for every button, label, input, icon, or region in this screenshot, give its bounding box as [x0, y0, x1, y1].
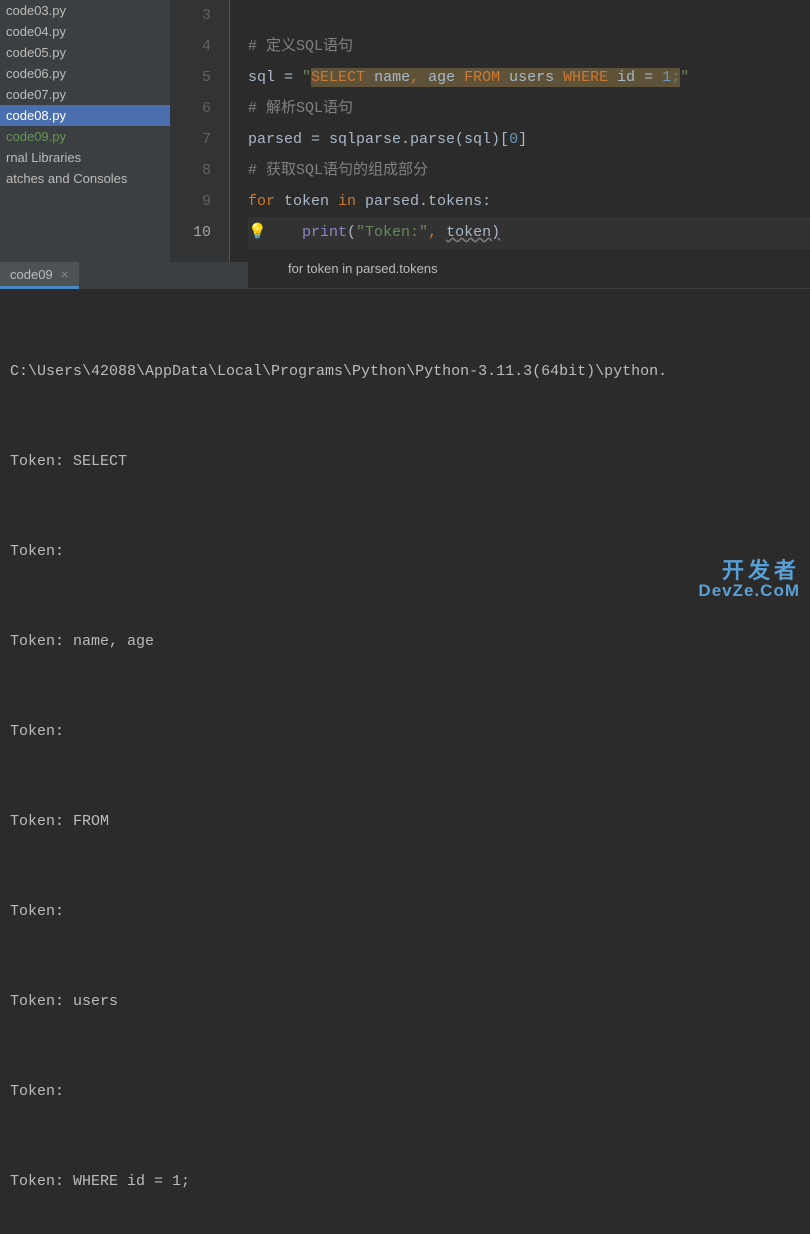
run-tab[interactable]: code09 × — [0, 262, 79, 289]
code-line[interactable]: sql = "SELECT name, age FROM users WHERE… — [248, 62, 810, 93]
console-line: Token: WHERE id = 1; — [10, 1167, 800, 1197]
line-number: 9 — [170, 186, 211, 217]
line-number: 3 — [170, 0, 211, 31]
close-icon[interactable]: × — [61, 266, 69, 282]
sidebar-item-file[interactable]: code07.py — [0, 84, 170, 105]
code-line[interactable]: parsed = sqlparse.parse(sql)[0] — [248, 124, 810, 155]
code-editor[interactable]: # 定义SQL语句 sql = "SELECT name, age FROM u… — [230, 0, 810, 262]
line-number: 6 — [170, 93, 211, 124]
console-line: Token: — [10, 717, 800, 747]
sidebar-item-file[interactable]: code05.py — [0, 42, 170, 63]
intention-bulb-icon[interactable]: 💡 — [248, 217, 266, 248]
console-line: Token: name, age — [10, 627, 800, 657]
sidebar-item-libraries[interactable]: rnal Libraries — [0, 147, 170, 168]
code-line[interactable]: for token in parsed.tokens: — [248, 186, 810, 217]
sidebar-item-file[interactable]: code03.py — [0, 0, 170, 21]
code-line[interactable]: # 解析SQL语句 — [248, 93, 810, 124]
line-number: 5 — [170, 62, 211, 93]
sidebar-item-file[interactable]: code08.py — [0, 105, 170, 126]
line-number: 7 — [170, 124, 211, 155]
code-line[interactable]: # 获取SQL语句的组成部分 — [248, 155, 810, 186]
line-number: 8 — [170, 155, 211, 186]
project-sidebar[interactable]: code03.py code04.py code05.py code06.py … — [0, 0, 170, 262]
console-line: Token: users — [10, 987, 800, 1017]
line-number: 4 — [170, 31, 211, 62]
sidebar-item-file[interactable]: code09.py — [0, 126, 170, 147]
sidebar-item-scratches[interactable]: atches and Consoles — [0, 168, 170, 189]
sidebar-item-file[interactable]: code06.py — [0, 63, 170, 84]
breadcrumb[interactable]: for token in parsed.tokens — [248, 248, 810, 288]
code-line[interactable]: 💡 print("Token:", token) — [248, 217, 810, 248]
console-line: C:\Users\42088\AppData\Local\Programs\Py… — [10, 357, 800, 387]
console-line: Token: FROM — [10, 807, 800, 837]
line-number: 10 — [170, 217, 211, 248]
code-line[interactable]: # 定义SQL语句 — [248, 31, 810, 62]
console-output[interactable]: C:\Users\42088\AppData\Local\Programs\Py… — [0, 289, 810, 1234]
console-line: Token: — [10, 897, 800, 927]
code-line[interactable] — [248, 0, 810, 31]
console-line: Token: — [10, 537, 800, 567]
tab-label: code09 — [10, 267, 53, 282]
sidebar-item-file[interactable]: code04.py — [0, 21, 170, 42]
console-line: Token: SELECT — [10, 447, 800, 477]
line-gutter: 3 4 5 6 7 8 9 10 — [170, 0, 230, 262]
console-line: Token: — [10, 1077, 800, 1107]
